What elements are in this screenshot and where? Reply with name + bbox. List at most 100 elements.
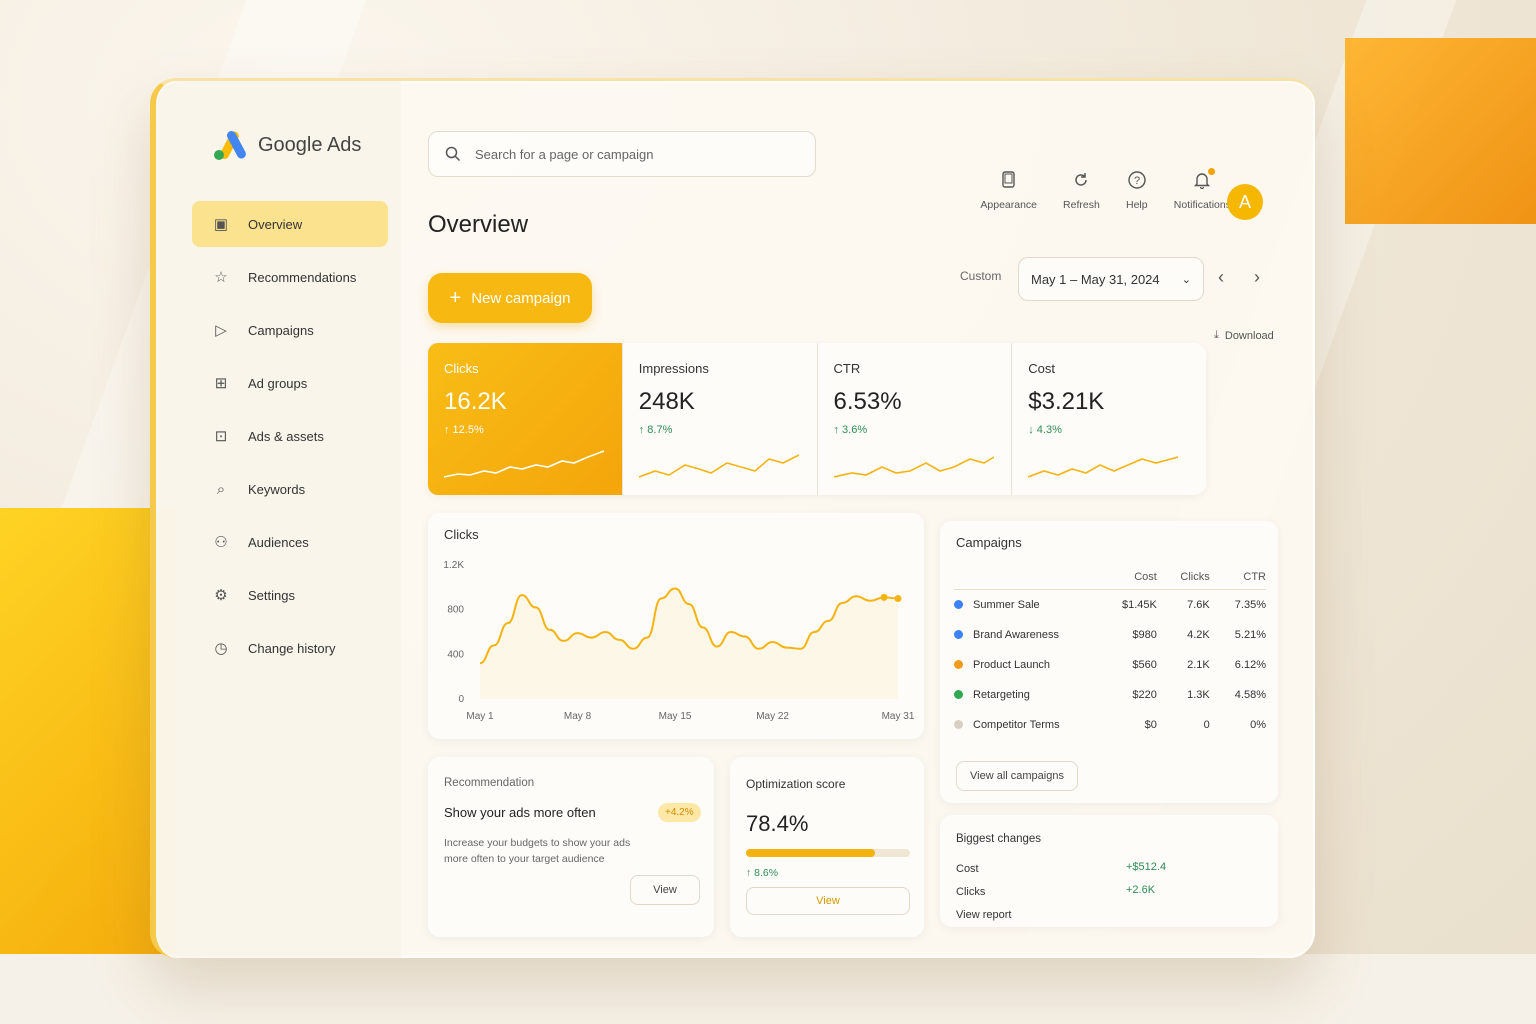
star-icon: ☆ <box>214 269 228 286</box>
data-point[interactable] <box>880 593 888 601</box>
campaign-ctr: 5.21% <box>1234 629 1266 641</box>
help-icon: ? <box>1126 169 1148 191</box>
search-input[interactable]: Search for a page or campaign <box>475 147 654 162</box>
change-value: +2.6K <box>1126 884 1156 896</box>
status-dot <box>954 690 963 699</box>
campaign-cost: $220 <box>1132 689 1157 701</box>
search-bar[interactable]: Search for a page or campaign <box>428 131 816 177</box>
table-row[interactable]: Product Launch $560 2.1K 6.12% <box>954 650 1266 680</box>
table-row[interactable]: Brand Awareness $980 4.2K 5.21% <box>954 620 1266 650</box>
view-all-campaigns-button[interactable]: View all campaigns <box>956 761 1078 791</box>
status-dot <box>954 660 963 669</box>
x-tick-label: May 31 <box>882 711 915 722</box>
table-row[interactable]: Summer Sale $1.45K 7.6K 7.35% <box>954 590 1266 621</box>
ads-assets-icon: ⊡ <box>214 428 228 445</box>
google-ads-logo-icon <box>214 130 246 160</box>
sidebar-nav: ▣ Overview ☆ Recommendations ▷ Campaigns… <box>192 201 388 678</box>
prev-range-button[interactable]: ‹ <box>1218 267 1224 288</box>
date-range-select[interactable]: May 1 – May 31, 2024 ⌄ <box>1018 257 1204 301</box>
sidebar-item-label: Keywords <box>248 481 306 497</box>
kpi-delta: ↑ 8.7% <box>638 424 673 436</box>
sidebar-item-label: Ads & assets <box>248 428 324 444</box>
kpi-label: Clicks <box>444 361 479 376</box>
campaigns-play-icon: ▷ <box>215 322 227 339</box>
floor <box>0 954 1536 1024</box>
clicks-line-chart: 0 400 800 1.2K May 1 May 8 May 15 May 22 May 31 <box>443 560 915 722</box>
status-dot <box>954 720 963 729</box>
campaign-ctr: 6.12% <box>1234 659 1266 671</box>
kpi-card-cost[interactable]: Cost $3.21K ↓ 4.3% <box>1012 343 1206 495</box>
table-row[interactable]: Retargeting $220 1.3K 4.58% <box>954 680 1266 710</box>
kpi-row: Clicks 16.2K ↑ 12.5% Impressions 248K ↑ … <box>428 343 1206 495</box>
gear-icon: ⚙ <box>214 587 228 604</box>
status-dot <box>954 600 963 609</box>
appearance-button[interactable]: Appearance <box>980 169 1037 211</box>
sidebar-item-change-history[interactable]: ◷ Change history <box>192 625 388 671</box>
refresh-icon <box>1070 169 1092 191</box>
sidebar-item-audiences[interactable]: ⚇ Audiences <box>192 519 388 565</box>
kpi-value: 6.53% <box>833 388 902 415</box>
column-header-clicks[interactable]: Clicks <box>1156 565 1210 590</box>
sidebar-item-recommendations[interactable]: ☆ Recommendations <box>192 254 388 300</box>
appearance-label: Appearance <box>980 199 1038 211</box>
kpi-sparkline <box>638 454 799 478</box>
sidebar-item-label: Audiences <box>248 534 309 550</box>
column-header-ctr[interactable]: CTR <box>1209 565 1266 590</box>
kpi-card-ctr[interactable]: CTR 6.53% ↑ 3.6% <box>818 343 1013 495</box>
kpi-sparkline <box>444 450 604 478</box>
notifications-label: Notifications <box>1173 199 1231 211</box>
sidebar-item-ads-assets[interactable]: ⊡ Ads & assets <box>192 413 388 459</box>
sidebar-item-keywords[interactable]: ⌕ Keywords <box>192 466 388 512</box>
sidebar-item-settings[interactable]: ⚙ Settings <box>192 572 388 618</box>
sidebar-item-campaigns[interactable]: ▷ Campaigns <box>192 307 388 353</box>
sidebar-item-ad-groups[interactable]: ⊞ Ad groups <box>192 360 388 406</box>
status-dot <box>954 630 963 639</box>
kpi-card-clicks[interactable]: Clicks 16.2K ↑ 12.5% <box>428 343 623 495</box>
sidebar-item-label: Ad groups <box>248 375 308 391</box>
optimization-progress-bar <box>746 849 910 857</box>
history-icon: ◷ <box>214 640 228 657</box>
campaign-cost: $980 <box>1132 629 1157 641</box>
notifications-button[interactable]: Notifications <box>1173 168 1231 211</box>
optimization-score-card: Optimization score 78.4% ↑ 8.6% View <box>730 757 924 937</box>
search-icon <box>445 146 461 162</box>
logo[interactable]: Google Ads <box>212 129 361 161</box>
optimization-view-button[interactable]: View <box>746 887 910 915</box>
y-tick-label: 0 <box>458 694 464 705</box>
audiences-icon: ⚇ <box>214 534 228 551</box>
decorative-orange-block <box>1345 38 1536 224</box>
campaign-ctr: 4.58% <box>1234 689 1266 701</box>
next-range-button[interactable]: › <box>1254 267 1260 288</box>
recommendation-view-button[interactable]: View <box>630 875 700 905</box>
x-tick-label: May 15 <box>659 711 692 722</box>
data-point[interactable] <box>894 595 902 602</box>
sidebar-item-overview[interactable]: ▣ Overview <box>192 201 388 247</box>
campaigns-table: Cost Clicks CTR Summer Sale $1.45K 7.6K … <box>954 565 1266 740</box>
kpi-delta: ↑ 12.5% <box>444 424 484 436</box>
campaign-clicks: 0 <box>1203 719 1210 731</box>
date-range-value: May 1 – May 31, 2024 <box>1031 271 1160 287</box>
app-name: Google Ads <box>258 133 362 156</box>
table-row[interactable]: Competitor Terms $0 0 0% <box>954 710 1266 740</box>
kpi-label: Cost <box>1028 361 1055 376</box>
recommendation-section-label: Recommendation <box>444 777 535 789</box>
kpi-delta: ↓ 4.3% <box>1028 424 1062 436</box>
help-button[interactable]: ? Help <box>1126 169 1148 211</box>
bell-icon <box>1191 168 1216 191</box>
download-button[interactable]: ⤓ Download <box>1214 329 1274 342</box>
column-header-cost[interactable]: Cost <box>1094 565 1157 590</box>
recommendation-description: Increase your budgets to show your ads <box>444 837 631 849</box>
view-report-link[interactable]: View report <box>956 909 1011 921</box>
sidebar-item-label: Overview <box>248 216 303 232</box>
new-campaign-button[interactable]: + New campaign <box>428 273 592 323</box>
recommendation-description: more often to your target audience <box>444 853 605 865</box>
refresh-button[interactable]: Refresh <box>1063 169 1100 211</box>
column-header-name <box>954 565 1094 590</box>
overview-icon: ▣ <box>213 216 229 233</box>
help-label: Help <box>1125 199 1148 211</box>
avatar[interactable]: A <box>1227 184 1263 220</box>
download-icon: ⤓ <box>1214 329 1219 341</box>
x-tick-label: May 22 <box>756 711 789 722</box>
recommendation-title: Show your ads more often <box>444 805 596 820</box>
kpi-card-impressions[interactable]: Impressions 248K ↑ 8.7% <box>623 343 818 495</box>
